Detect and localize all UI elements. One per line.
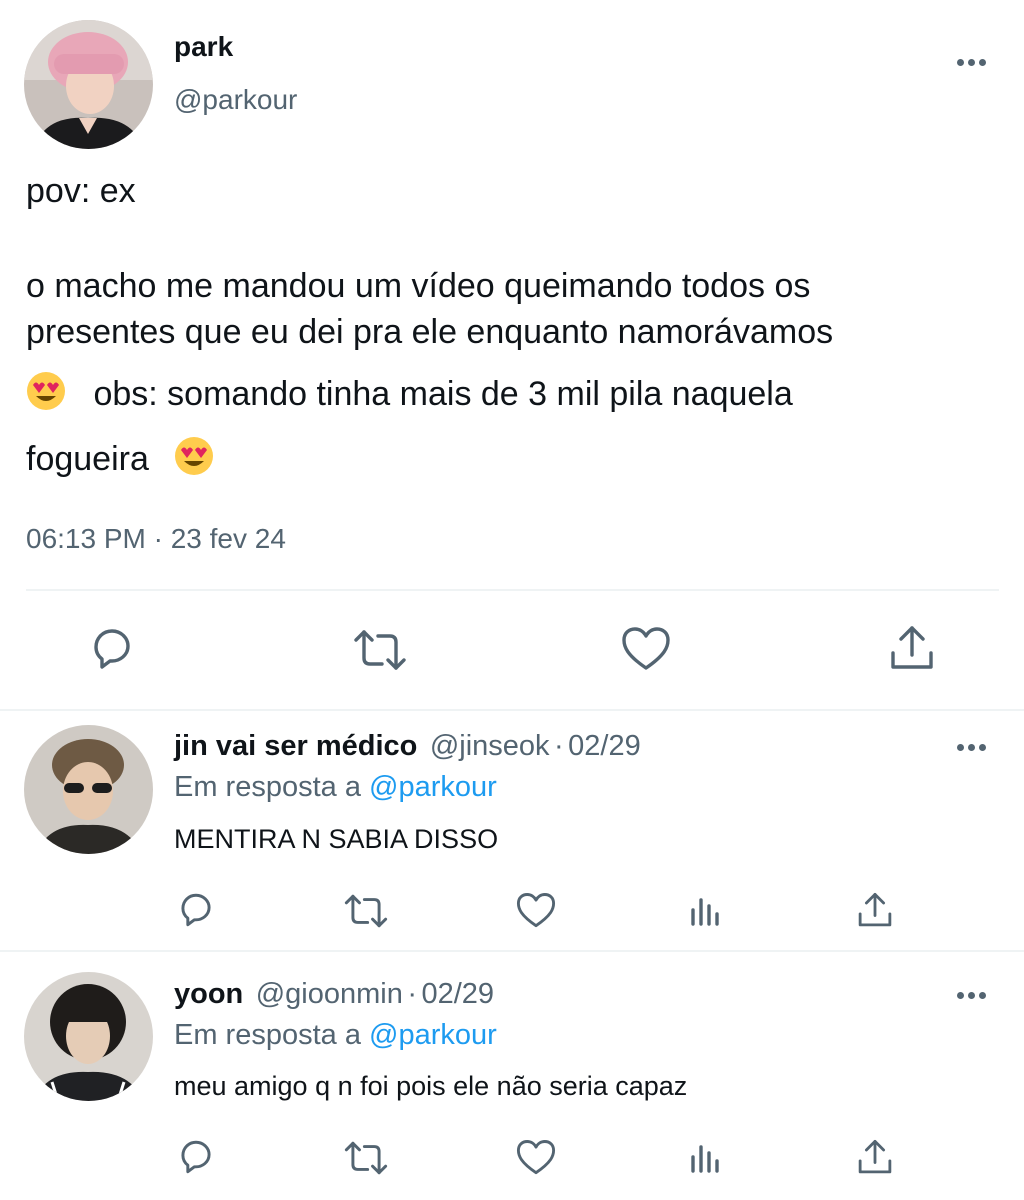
tweet-text-segment: obs: somando tinha mais de 3 mil pila na… (93, 375, 793, 413)
retweet-icon[interactable] (343, 1140, 389, 1176)
like-icon[interactable] (621, 626, 671, 672)
author-name[interactable]: park (174, 31, 233, 63)
reply-header: yoon @gioonmin · 02/29 (174, 978, 494, 1011)
like-icon[interactable] (516, 1139, 556, 1176)
share-icon[interactable] (889, 625, 935, 671)
more-options-icon[interactable] (957, 992, 986, 999)
reply-context: Em resposta a @parkour (174, 1019, 497, 1052)
reply-text: meu amigo q n foi pois ele não seria cap… (174, 1071, 688, 1101)
retweet-icon[interactable] (343, 893, 389, 929)
divider (0, 709, 1024, 711)
heart-eyes-emoji (174, 436, 214, 476)
tweet-text-line-with-emoji: fogueira (26, 436, 214, 480)
tweet-text-line: o macho me mandou um vídeo queimando tod… (26, 267, 811, 305)
reply-author-handle[interactable]: @jinseok (430, 730, 550, 762)
reply-context-label: Em resposta a (174, 771, 361, 803)
divider (0, 950, 1024, 952)
reply-date[interactable]: 02/29 (421, 978, 494, 1010)
author-avatar[interactable] (24, 20, 153, 149)
divider (26, 589, 999, 591)
reply-mention-link[interactable]: @parkour (369, 1019, 497, 1051)
views-analytics-icon[interactable] (689, 894, 723, 928)
reply-author-name[interactable]: jin vai ser médico (174, 730, 417, 762)
reply-mention-link[interactable]: @parkour (369, 771, 497, 803)
reply-author-avatar[interactable] (24, 972, 153, 1101)
tweet-text-line: presentes que eu dei pra ele enquanto na… (26, 313, 834, 351)
tweet-text-line-with-emoji: obs: somando tinha mais de 3 mil pila na… (26, 371, 793, 415)
separator-dot: · (407, 978, 417, 1010)
retweet-icon[interactable] (352, 628, 408, 672)
like-icon[interactable] (516, 892, 556, 929)
more-options-icon[interactable] (957, 744, 986, 751)
reply-icon[interactable] (176, 892, 216, 928)
heart-eyes-emoji (26, 371, 66, 411)
reply-author-handle[interactable]: @gioonmin (256, 978, 403, 1010)
share-icon[interactable] (857, 1139, 893, 1175)
reply-author-avatar[interactable] (24, 725, 153, 854)
author-handle[interactable]: @parkour (174, 84, 297, 116)
separator-dot: · (554, 730, 564, 762)
reply-context-label: Em resposta a (174, 1019, 361, 1051)
reply-text: MENTIRA N SABIA DISSO (174, 824, 499, 854)
share-icon[interactable] (857, 892, 893, 928)
tweet-text-segment: fogueira (26, 440, 149, 478)
reply-author-name[interactable]: yoon (174, 978, 243, 1010)
reply-context: Em resposta a @parkour (174, 771, 497, 804)
reply-icon[interactable] (88, 627, 136, 671)
reply-header: jin vai ser médico @jinseok · 02/29 (174, 730, 641, 763)
tweet-text-line: pov: ex (26, 172, 136, 210)
tweet-timestamp[interactable]: 06:13 PM · 23 fev 24 (26, 523, 286, 555)
views-analytics-icon[interactable] (689, 1141, 723, 1175)
more-options-icon[interactable] (957, 59, 986, 66)
reply-icon[interactable] (176, 1139, 216, 1175)
reply-date[interactable]: 02/29 (568, 730, 641, 762)
